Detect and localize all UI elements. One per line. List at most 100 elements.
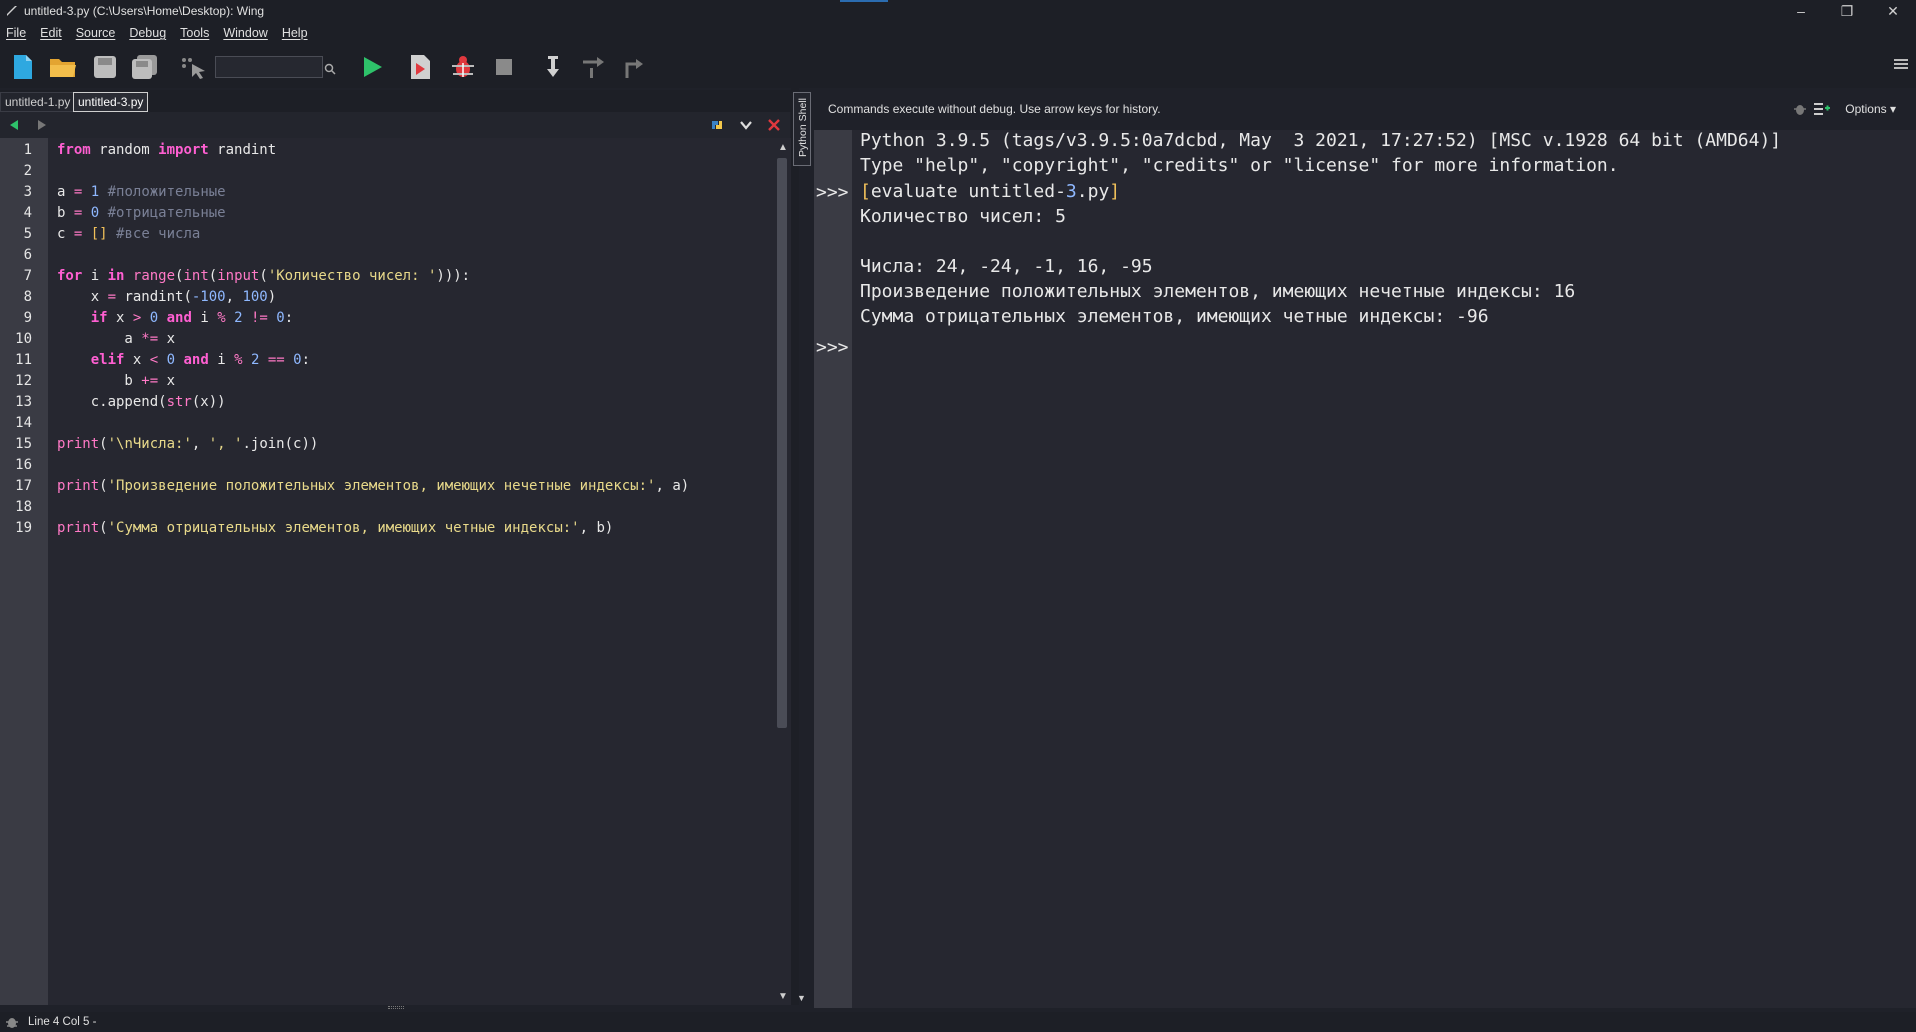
code-line: for i in range(int(input('Количество чис… [57, 268, 471, 284]
back-arrow-icon[interactable] [6, 117, 22, 133]
shell-output-line: Произведение положительных элементов, им… [860, 281, 1576, 302]
bug-status-icon[interactable] [5, 1015, 19, 1029]
line-number: 13 [15, 394, 32, 410]
eval-text: evaluate untitled- [870, 181, 1066, 202]
step-out-icon[interactable] [618, 52, 648, 82]
eval-bracket-open: [ [860, 181, 871, 202]
menu-bar: File Edit Source Debug Tools Window Help [0, 22, 1916, 44]
shell-output-line: Type "help", "copyright", "credits" or "… [860, 155, 1619, 176]
line-number: 9 [23, 310, 32, 326]
debug-bug-icon[interactable] [448, 52, 478, 82]
line-number: 18 [15, 499, 32, 515]
code-line: print('Сумма отрицательных элементов, им… [57, 520, 614, 536]
code-line: print('\nЧисла:', ', '.join(c)) [57, 436, 319, 452]
panel-scroll-down-icon[interactable]: ▼ [797, 993, 806, 1003]
code-line: b = 0 #отрицательные [57, 205, 226, 221]
pane-splitter[interactable] [791, 88, 799, 1005]
stop-icon[interactable] [489, 52, 519, 82]
menu-edit[interactable]: Edit [40, 26, 62, 40]
editor-tab-bar: untitled-1.py untitled-3.py [0, 90, 800, 112]
line-number: 14 [15, 415, 32, 431]
code-line: b += x [57, 373, 176, 389]
shell-output-line: Количество чисел: 5 [860, 206, 1066, 227]
toolbar-search-input[interactable] [215, 56, 323, 78]
title-bar: untitled-3.py (C:\Users\Home\Desktop): W… [0, 0, 1916, 22]
shell-prompt-gutter: >>> >>> [814, 130, 852, 1008]
shell-output-line: Числа: 24, -24, -1, 16, -95 [860, 256, 1153, 277]
menu-source[interactable]: Source [76, 26, 116, 40]
select-pointer-icon[interactable] [178, 52, 208, 82]
minimize-button[interactable]: – [1778, 0, 1824, 22]
close-window-button[interactable]: ✕ [1870, 0, 1916, 22]
window-title: untitled-3.py (C:\Users\Home\Desktop): W… [24, 4, 265, 18]
code-line: if x > 0 and i % 2 != 0: [90, 310, 294, 326]
toolbar-menu-icon[interactable] [1894, 58, 1910, 72]
line-number: 10 [15, 331, 32, 347]
open-folder-icon[interactable] [48, 52, 78, 82]
line-number: 15 [15, 436, 32, 452]
line-number: 8 [23, 289, 32, 305]
save-icon[interactable] [90, 52, 120, 82]
code-line: a *= x [57, 331, 176, 347]
maximize-button[interactable]: ❐ [1824, 0, 1870, 22]
cursor-position: Line 4 Col 5 - [28, 1016, 97, 1028]
forward-arrow-icon[interactable] [34, 117, 50, 133]
python-shell-vertical-tab[interactable]: Python Shell [793, 92, 811, 166]
step-over-icon[interactable] [578, 52, 608, 82]
line-number: 7 [23, 268, 32, 284]
run-to-cursor-icon[interactable] [406, 52, 436, 82]
code-editor[interactable]: 1 2 3 4 5 6 7 8 9 10 11 12 13 14 15 16 17 18 19 from rando… [0, 138, 775, 1005]
code-line: x = randint(-100, 100) [57, 289, 277, 305]
tab-untitled-3[interactable]: untitled-3.py [73, 92, 149, 112]
shell-info-text: Commands execute without debug. Use arro… [828, 102, 1161, 116]
debug-shell-icon[interactable] [1792, 101, 1808, 117]
menu-file[interactable]: File [6, 26, 26, 40]
toolbar [0, 44, 1916, 88]
tab-untitled-1[interactable]: untitled-1.py [0, 92, 76, 112]
python-shell[interactable]: >>> >>> Python 3.9.5 (tags/v3.9.5:0a7dcb… [814, 130, 1916, 1008]
line-number: 4 [23, 205, 32, 221]
python-shell-tab-label: Python Shell [797, 98, 809, 157]
chevron-down-icon[interactable] [738, 117, 754, 133]
new-file-icon[interactable] [8, 52, 38, 82]
code-line: c.append(str(x)) [57, 394, 226, 410]
line-number: 17 [15, 478, 32, 494]
menu-debug[interactable]: Debug [129, 26, 166, 40]
line-number: 6 [23, 247, 32, 263]
wing-app-icon [4, 3, 20, 19]
close-editor-icon[interactable] [766, 117, 782, 133]
step-into-icon[interactable] [538, 52, 568, 82]
save-all-icon[interactable] [130, 52, 160, 82]
line-number-gutter: 1 2 3 4 5 6 7 8 9 10 11 12 13 14 15 16 17 18 19 [0, 138, 48, 1005]
shell-output-line: Сумма отрицательных элементов, имеющих ч… [860, 306, 1489, 327]
editor-scrollbar[interactable]: ▲ ▼ [775, 138, 791, 1005]
shell-prompt: >>> [816, 182, 849, 203]
shell-output-line: [evaluate untitled-3.py] [860, 181, 1120, 202]
editor-scroll-thumb[interactable] [777, 158, 787, 728]
shell-output-line: Python 3.9.5 (tags/v3.9.5:0a7dcbd, May 3… [860, 130, 1782, 151]
scroll-up-icon[interactable]: ▲ [777, 142, 789, 154]
line-number: 16 [15, 457, 32, 473]
code-line: a = 1 #положительные [57, 184, 226, 200]
line-number: 19 [15, 520, 32, 536]
shell-add-icon[interactable] [1814, 101, 1830, 117]
python-file-icon[interactable] [709, 117, 725, 133]
code-line: c = [] #все числа [57, 226, 201, 242]
run-icon[interactable] [358, 52, 388, 82]
code-line: elif x < 0 and i % 2 == 0: [90, 352, 310, 368]
scroll-down-icon[interactable]: ▼ [777, 991, 789, 1003]
line-number: 12 [15, 373, 32, 389]
search-icon[interactable] [320, 54, 340, 84]
shell-options-menu[interactable]: Options ▾ [1845, 102, 1896, 116]
editor-header [0, 112, 790, 138]
eval-ext: .py [1076, 181, 1110, 202]
shell-header: Commands execute without debug. Use arro… [814, 96, 1916, 122]
eval-number: 3 [1065, 181, 1077, 202]
menu-help[interactable]: Help [282, 26, 308, 40]
menu-tools[interactable]: Tools [180, 26, 209, 40]
eval-bracket-close: ] [1109, 181, 1121, 202]
resize-grip[interactable] [388, 1006, 404, 1009]
code-line: from random import randint [57, 142, 277, 158]
line-number: 5 [23, 226, 32, 242]
menu-window[interactable]: Window [223, 26, 267, 40]
